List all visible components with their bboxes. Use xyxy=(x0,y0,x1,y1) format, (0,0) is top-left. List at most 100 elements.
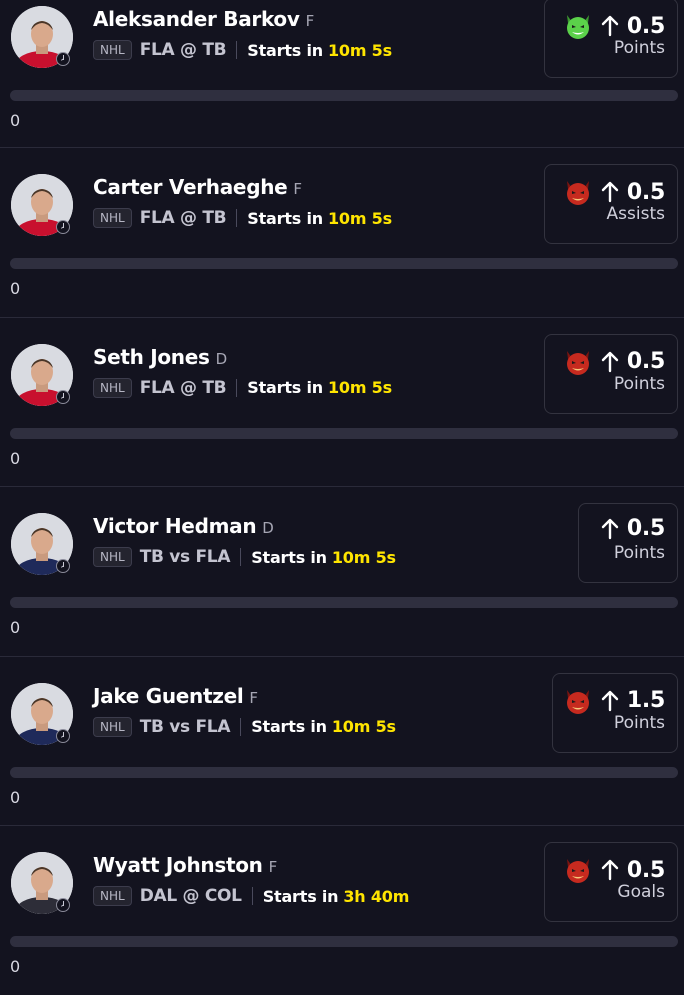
player-name[interactable]: Aleksander Barkov xyxy=(93,7,300,31)
starts-label: Starts in xyxy=(262,886,339,906)
game-info: NHL FLA @ TB Starts in 10m 5s xyxy=(93,38,392,62)
clock-icon xyxy=(56,898,70,912)
stat-type: Points xyxy=(613,373,665,394)
start-countdown: 10m 5s xyxy=(327,378,392,397)
progress-bar xyxy=(10,766,678,778)
player-name[interactable]: Jake Guentzel xyxy=(93,684,244,708)
projection-line-row: 1.5 xyxy=(563,686,665,716)
stat-type: Points xyxy=(613,38,665,58)
player-position: F xyxy=(249,688,259,707)
pick-count: 0 xyxy=(10,957,21,976)
pick-count: 0 xyxy=(10,618,21,637)
pick-count: 0 xyxy=(10,279,21,298)
league-badge: NHL xyxy=(93,547,132,567)
player-position: D xyxy=(262,519,274,537)
red-devil-emoji-icon xyxy=(563,177,593,207)
player-prop-list: Aleksander Barkov F NHL FLA @ TB Starts in 10… xyxy=(0,0,684,995)
matchup: FLA @ TB xyxy=(139,40,227,60)
game-info: NHL TB vs FLA Starts in 10m 5s xyxy=(93,715,396,739)
player-card[interactable]: Seth Jones D NHL FLA @ TB Starts in 10m 5s 0.5… xyxy=(0,316,684,487)
player-name-row: Victor Hedman D xyxy=(93,514,274,540)
league-badge: NHL xyxy=(93,716,132,737)
stat-type: Assists xyxy=(606,204,665,224)
arrow-up-icon xyxy=(601,690,619,711)
starts-label: Starts in xyxy=(251,717,327,736)
stat-type: Goals xyxy=(617,882,665,902)
projection-line: 0.5 xyxy=(626,857,665,883)
projection-button[interactable]: 0.5 Goals xyxy=(544,842,678,922)
divider xyxy=(236,41,238,59)
player-name-row: Aleksander Barkov F xyxy=(93,7,314,33)
progress-bar xyxy=(10,90,678,101)
player-card[interactable]: Victor Hedman D NHL TB vs FLA Starts in 10m 5… xyxy=(0,486,684,656)
player-name-row: Wyatt Johnston F xyxy=(93,853,277,879)
league-badge: NHL xyxy=(93,40,132,60)
projection-line: 0.5 xyxy=(626,349,665,374)
arrow-up-icon xyxy=(601,351,619,372)
league-badge: NHL xyxy=(93,886,132,906)
red-devil-emoji-icon xyxy=(563,347,593,377)
start-countdown: 10m 5s xyxy=(327,208,392,228)
game-info: NHL DAL @ COL Starts in 3h 40m xyxy=(93,884,409,908)
stat-type: Points xyxy=(613,712,665,733)
league-badge: NHL xyxy=(93,208,132,228)
pick-count: 0 xyxy=(10,448,21,468)
starts-label: Starts in xyxy=(247,378,323,397)
stat-type: Points xyxy=(613,543,665,563)
arrow-up-icon xyxy=(601,15,619,37)
clock-icon xyxy=(56,728,70,743)
projection-line-row: 0.5 xyxy=(599,516,665,541)
player-name[interactable]: Seth Jones xyxy=(93,345,210,369)
start-countdown: 10m 5s xyxy=(327,40,392,60)
player-name[interactable]: Carter Verhaeghe xyxy=(93,175,288,199)
player-card[interactable]: Carter Verhaeghe F NHL FLA @ TB Starts in 10m… xyxy=(0,147,684,317)
player-name[interactable]: Wyatt Johnston xyxy=(93,853,263,877)
start-countdown: 10m 5s xyxy=(331,717,396,736)
matchup: TB vs FLA xyxy=(139,716,231,737)
projection-line-row: 0.5 xyxy=(563,11,665,41)
projection-button[interactable]: 1.5 Points xyxy=(552,672,678,753)
matchup: FLA @ TB xyxy=(139,377,227,398)
projection-button[interactable]: 0.5 Points xyxy=(578,503,678,583)
starts-label: Starts in xyxy=(247,40,323,60)
divider xyxy=(236,378,238,397)
player-name-row: Seth Jones D xyxy=(93,345,227,371)
progress-bar xyxy=(10,936,678,947)
projection-button[interactable]: 0.5 Points xyxy=(544,0,678,78)
player-card[interactable]: Jake Guentzel F NHL TB vs FLA Starts in 10m 5… xyxy=(0,655,684,826)
starts-label: Starts in xyxy=(247,208,323,228)
arrow-up-icon xyxy=(601,859,619,881)
starts-label: Starts in xyxy=(251,547,327,567)
projection-button[interactable]: 0.5 Points xyxy=(544,333,678,414)
green-devil-emoji-icon xyxy=(563,11,593,41)
game-info: NHL FLA @ TB Starts in 10m 5s xyxy=(93,206,392,230)
pick-count: 0 xyxy=(10,111,21,130)
divider xyxy=(240,717,242,736)
league-badge: NHL xyxy=(93,377,132,398)
player-card[interactable]: Wyatt Johnston F NHL DAL @ COL Starts in 3h 4… xyxy=(0,825,684,995)
start-countdown: 3h 40m xyxy=(343,886,410,906)
projection-line-row: 0.5 xyxy=(563,177,665,207)
player-card[interactable]: Aleksander Barkov F NHL FLA @ TB Starts in 10… xyxy=(0,0,684,147)
start-countdown: 10m 5s xyxy=(331,547,396,567)
clock-icon xyxy=(56,220,70,234)
arrow-up-icon xyxy=(601,181,619,203)
matchup: FLA @ TB xyxy=(139,208,227,228)
game-info: NHL FLA @ TB Starts in 10m 5s xyxy=(93,376,392,400)
progress-bar xyxy=(10,258,678,269)
matchup: TB vs FLA xyxy=(139,547,231,567)
projection-line: 0.5 xyxy=(626,516,665,541)
clock-icon xyxy=(56,559,70,573)
player-name-row: Jake Guentzel F xyxy=(93,684,258,710)
game-info: NHL TB vs FLA Starts in 10m 5s xyxy=(93,545,396,569)
red-devil-emoji-icon xyxy=(563,855,593,885)
projection-line: 1.5 xyxy=(626,688,665,713)
player-name-row: Carter Verhaeghe F xyxy=(93,175,302,201)
player-position: F xyxy=(293,180,303,198)
projection-line: 0.5 xyxy=(626,13,665,39)
player-position: F xyxy=(305,12,315,30)
projection-button[interactable]: 0.5 Assists xyxy=(544,164,678,244)
divider xyxy=(240,548,242,566)
pick-count: 0 xyxy=(10,787,21,807)
player-name[interactable]: Victor Hedman xyxy=(93,514,257,538)
